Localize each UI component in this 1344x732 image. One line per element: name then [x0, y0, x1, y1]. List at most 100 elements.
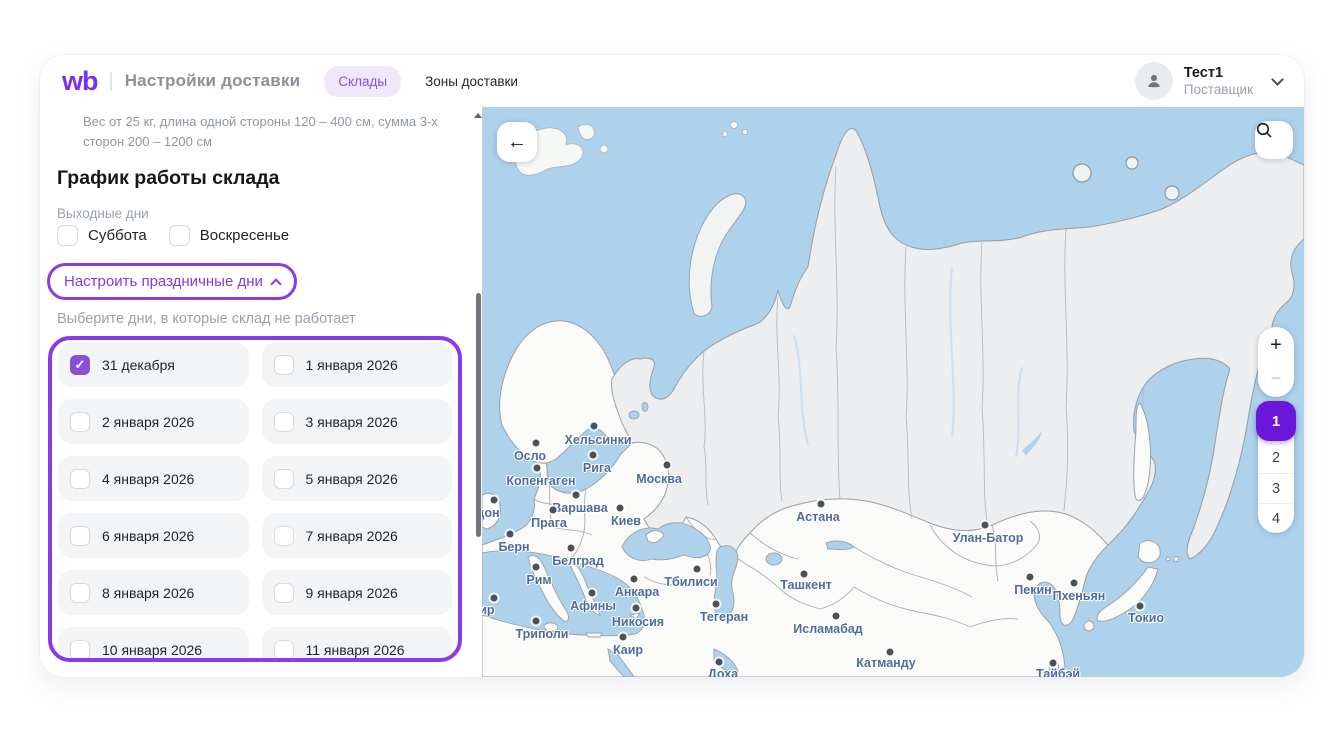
checkbox-unchecked[interactable]	[169, 225, 190, 246]
city-label: Токио	[1128, 611, 1164, 625]
map-graphic	[482, 107, 1304, 677]
app-header: wb | Настройки доставки Склады Зоны дост…	[40, 55, 1304, 107]
city-marker	[633, 605, 640, 612]
holiday-day[interactable]: 6 января 2026	[58, 513, 249, 558]
holiday-day-label: 8 января 2026	[102, 585, 194, 601]
holidays-hint: Выберите дни, в которые склад не работае…	[57, 311, 356, 327]
weekend-day-label: Суббота	[88, 227, 147, 244]
city-label: Белград	[552, 554, 604, 568]
checkbox-unchecked[interactable]	[274, 640, 294, 660]
checkbox-unchecked[interactable]	[274, 469, 294, 489]
checkbox-checked[interactable]: ✓	[70, 355, 90, 375]
city-label: Триполи	[516, 627, 569, 641]
holidays-highlight-box: ✓ 31 декабря 1 января 2026 2 января 2026 3 я…	[48, 336, 462, 662]
map-search-button[interactable]	[1255, 121, 1293, 159]
checkbox-unchecked[interactable]	[274, 583, 294, 603]
holiday-day[interactable]: 3 января 2026	[262, 399, 453, 444]
user-menu[interactable]: Тест1 Поставщик	[1135, 62, 1282, 100]
city-marker	[491, 497, 498, 504]
holiday-day-label: 7 января 2026	[306, 528, 398, 544]
holiday-day-label: 31 декабря	[102, 357, 175, 373]
back-arrow-icon: ←	[507, 131, 527, 154]
city-marker	[818, 501, 825, 508]
holiday-day-label: 10 января 2026	[102, 642, 202, 658]
checkbox-unchecked[interactable]	[70, 583, 90, 603]
holiday-day-label: 2 января 2026	[102, 414, 194, 430]
holiday-day-label: 3 января 2026	[306, 414, 398, 430]
holiday-day[interactable]: ✓ 31 декабря	[58, 342, 249, 387]
checkbox-unchecked[interactable]	[274, 412, 294, 432]
holiday-day[interactable]: 11 января 2026	[262, 627, 453, 662]
search-icon	[1255, 121, 1273, 139]
user-name: Тест1	[1184, 64, 1253, 82]
holiday-day-label: 5 января 2026	[306, 471, 398, 487]
holiday-day-label: 6 января 2026	[102, 528, 194, 544]
city-marker	[573, 492, 580, 499]
city-label: Катманду	[856, 656, 915, 670]
checkbox-unchecked[interactable]	[70, 640, 90, 660]
checkbox-unchecked[interactable]	[274, 526, 294, 546]
holiday-day[interactable]: 1 января 2026	[262, 342, 453, 387]
city-marker	[591, 423, 598, 430]
map-page-button[interactable]: 4	[1258, 503, 1294, 533]
city-label: Каир	[613, 643, 643, 657]
weekend-day[interactable]: Воскресенье	[169, 225, 289, 246]
warehouse-settings-panel: Вес от 25 кг, длина одной стороны 120 – …	[40, 107, 482, 677]
dimensions-note: Вес от 25 кг, длина одной стороны 120 – …	[83, 112, 461, 152]
city-marker	[982, 522, 989, 529]
map-page-button[interactable]: 2	[1258, 443, 1294, 473]
map-canvas[interactable]: ЛондонОслоХельсинкиРигаКопенгагенМоскваВ…	[482, 107, 1304, 677]
panel-scrollbar[interactable]	[476, 293, 481, 537]
city-marker	[1027, 574, 1034, 581]
city-marker	[533, 618, 540, 625]
holiday-day-label: 9 января 2026	[306, 585, 398, 601]
city-marker	[801, 571, 808, 578]
city-marker	[716, 659, 723, 666]
person-icon	[1144, 71, 1164, 91]
wb-logo: wb	[62, 66, 98, 97]
map-page-button[interactable]: 3	[1258, 473, 1294, 503]
header-divider: |	[109, 70, 114, 93]
zoom-out-button[interactable]: −	[1271, 369, 1282, 387]
weekend-label: Выходные дни	[57, 206, 149, 221]
city-label: Афины	[570, 599, 616, 613]
city-label: Тайбэй	[1036, 667, 1080, 677]
holiday-day[interactable]: 10 января 2026	[58, 627, 249, 662]
map-back-button[interactable]: ←	[497, 122, 537, 162]
checkbox-unchecked[interactable]	[57, 225, 78, 246]
user-role: Поставщик	[1184, 82, 1253, 99]
checkbox-unchecked[interactable]	[70, 469, 90, 489]
avatar	[1135, 62, 1173, 100]
weekend-day[interactable]: Суббота	[57, 225, 147, 246]
checkbox-unchecked[interactable]	[274, 355, 294, 375]
city-marker	[534, 465, 541, 472]
holiday-day[interactable]: 8 января 2026	[58, 570, 249, 615]
tab-delivery-zones[interactable]: Зоны доставки	[411, 66, 532, 97]
content-area: Вес от 25 кг, длина одной стороны 120 – …	[40, 107, 1304, 677]
tab-warehouses[interactable]: Склады	[324, 66, 401, 97]
holiday-day[interactable]: 7 января 2026	[262, 513, 453, 558]
zoom-in-button[interactable]: +	[1270, 335, 1282, 355]
city-label: Копенгаген	[506, 474, 575, 488]
checkbox-unchecked[interactable]	[70, 412, 90, 432]
checkbox-unchecked[interactable]	[70, 526, 90, 546]
city-label: Ташкент	[780, 578, 832, 592]
city-marker	[620, 634, 627, 641]
user-info: Тест1 Поставщик	[1184, 64, 1253, 99]
map-page-button-active[interactable]: 1	[1256, 401, 1296, 441]
holiday-day[interactable]: 9 января 2026	[262, 570, 453, 615]
city-marker	[589, 590, 596, 597]
chevron-down-icon[interactable]	[1271, 73, 1284, 86]
map-zoom-control: + −	[1258, 327, 1294, 397]
city-label: Астана	[796, 510, 839, 524]
scrollbar-up-arrow[interactable]	[474, 113, 482, 118]
holidays-toggle-button[interactable]: Настроить праздничные дни	[47, 263, 297, 300]
holiday-day[interactable]: 4 января 2026	[58, 456, 249, 501]
city-marker	[533, 564, 540, 571]
city-label: Исламабад	[793, 622, 862, 636]
city-marker	[631, 576, 638, 583]
holiday-day[interactable]: 2 января 2026	[58, 399, 249, 444]
holiday-day-label: 1 января 2026	[306, 357, 398, 373]
holiday-day[interactable]: 5 января 2026	[262, 456, 453, 501]
city-label: Никосия	[612, 615, 664, 629]
